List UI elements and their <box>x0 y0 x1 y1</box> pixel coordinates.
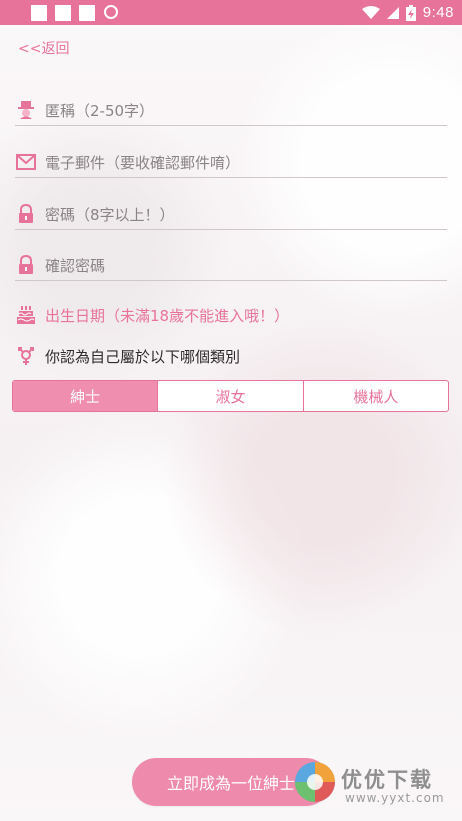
status-bar: 9:48 <box>0 0 462 25</box>
status-time: 9:48 <box>422 4 454 21</box>
gender-segmented-control: 紳士 淑女 機械人 <box>12 380 449 412</box>
gender-option-robot[interactable]: 機械人 <box>302 381 448 411</box>
password-field[interactable]: 密碼（8字以上！） <box>15 199 447 230</box>
signal-icon <box>386 6 399 19</box>
nickname-placeholder: 匿稱（2-50字） <box>45 101 155 120</box>
envelope-icon <box>15 151 37 173</box>
gender-question: 你認為自己屬於以下哪個類別 <box>15 345 240 367</box>
notification-icon <box>79 5 95 21</box>
lock-icon <box>15 254 37 276</box>
back-link[interactable]: <<返回 <box>18 38 69 58</box>
nickname-field[interactable]: 匿稱（2-50字） <box>15 95 447 126</box>
battery-charging-icon <box>405 4 416 21</box>
lock-icon <box>15 203 37 225</box>
birthday-picker[interactable]: 出生日期（未滿18歲不能進入哦！） <box>15 304 289 326</box>
password-placeholder: 密碼（8字以上！） <box>45 205 175 224</box>
watermark: 优优下载 www.yyxt.com <box>293 758 453 813</box>
birthday-label: 出生日期（未滿18歲不能進入哦！） <box>45 306 290 325</box>
notification-icon <box>31 5 47 21</box>
gender-icon <box>15 345 37 367</box>
watermark-logo-icon <box>295 762 335 802</box>
notification-icon <box>55 5 71 21</box>
watermark-url: www.yyxt.com <box>345 791 445 805</box>
gentleman-icon <box>15 99 37 121</box>
status-right: 9:48 <box>361 0 454 25</box>
gender-question-label: 你認為自己屬於以下哪個類別 <box>45 347 241 366</box>
confirm-password-field[interactable]: 確認密碼 <box>15 250 447 281</box>
app-notification-icon <box>104 5 118 19</box>
gender-option-lady[interactable]: 淑女 <box>157 381 302 411</box>
gender-option-gentleman[interactable]: 紳士 <box>13 381 158 411</box>
email-field[interactable]: 電子郵件（要收確認郵件唷） <box>15 147 447 178</box>
birthday-cake-icon <box>15 304 37 326</box>
wifi-icon <box>361 5 380 19</box>
confirm-password-placeholder: 確認密碼 <box>45 256 106 275</box>
watermark-title: 优优下载 <box>341 768 433 792</box>
email-placeholder: 電子郵件（要收確認郵件唷） <box>45 153 241 172</box>
